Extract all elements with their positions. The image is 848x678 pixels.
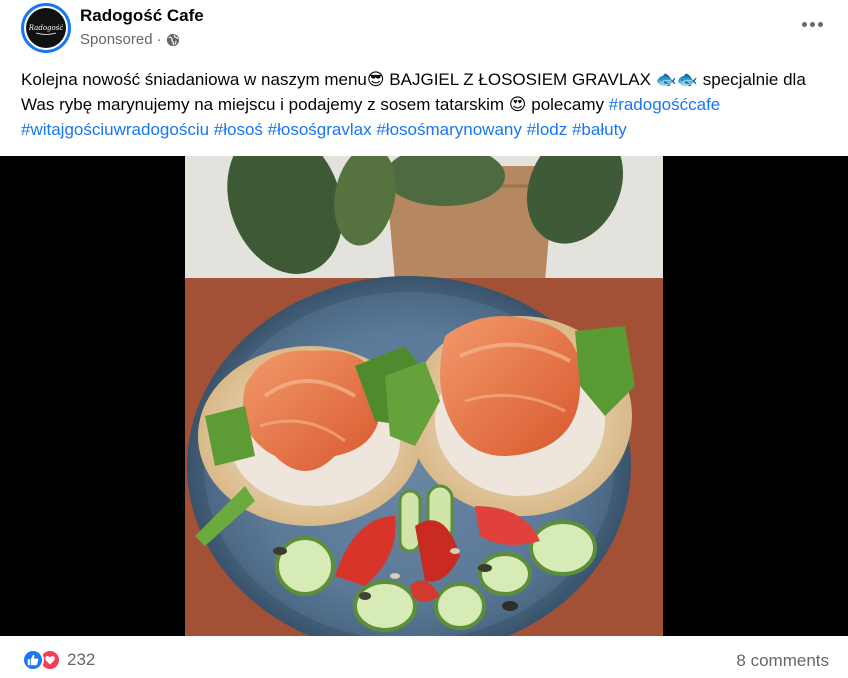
- hashtag-link[interactable]: #lodz: [527, 120, 568, 139]
- post-text: Kolejna nowość śniadaniowa w naszym menu…: [21, 67, 831, 142]
- hashtag-link[interactable]: #łosośgravlax: [268, 120, 372, 139]
- hashtag-link[interactable]: #radogośćcafe: [609, 95, 721, 114]
- reactions-summary[interactable]: 232: [22, 649, 95, 671]
- page-avatar[interactable]: Radogość: [21, 3, 71, 53]
- like-reaction-icon: [22, 649, 44, 671]
- globe-icon[interactable]: [166, 33, 180, 47]
- more-dots-icon: [801, 21, 807, 27]
- hashtag-link[interactable]: #bałuty: [572, 120, 627, 139]
- sponsored-label[interactable]: Sponsored: [80, 31, 153, 48]
- post-media: [0, 156, 848, 636]
- more-options-button[interactable]: [798, 10, 826, 38]
- comments-count-link[interactable]: 8 comments: [736, 651, 829, 671]
- post-meta: Sponsored ·: [80, 31, 180, 48]
- meta-separator: ·: [156, 31, 162, 48]
- hashtag-link[interactable]: #łosoś: [214, 120, 263, 139]
- post-header: Radogość Radogość Cafe Sponsored ·: [0, 0, 848, 66]
- reaction-count: 232: [67, 650, 96, 669]
- logo-icon: Radogość: [26, 8, 66, 48]
- post-photo[interactable]: [185, 156, 663, 636]
- hashtag-link[interactable]: #łosośmarynowany: [376, 120, 522, 139]
- post-footer: 232 8 comments: [0, 640, 848, 678]
- page-name[interactable]: Radogość Cafe: [80, 6, 204, 26]
- logo-text: Radogość: [29, 24, 63, 32]
- hashtag-link[interactable]: #witajgościuwradogościu: [21, 120, 209, 139]
